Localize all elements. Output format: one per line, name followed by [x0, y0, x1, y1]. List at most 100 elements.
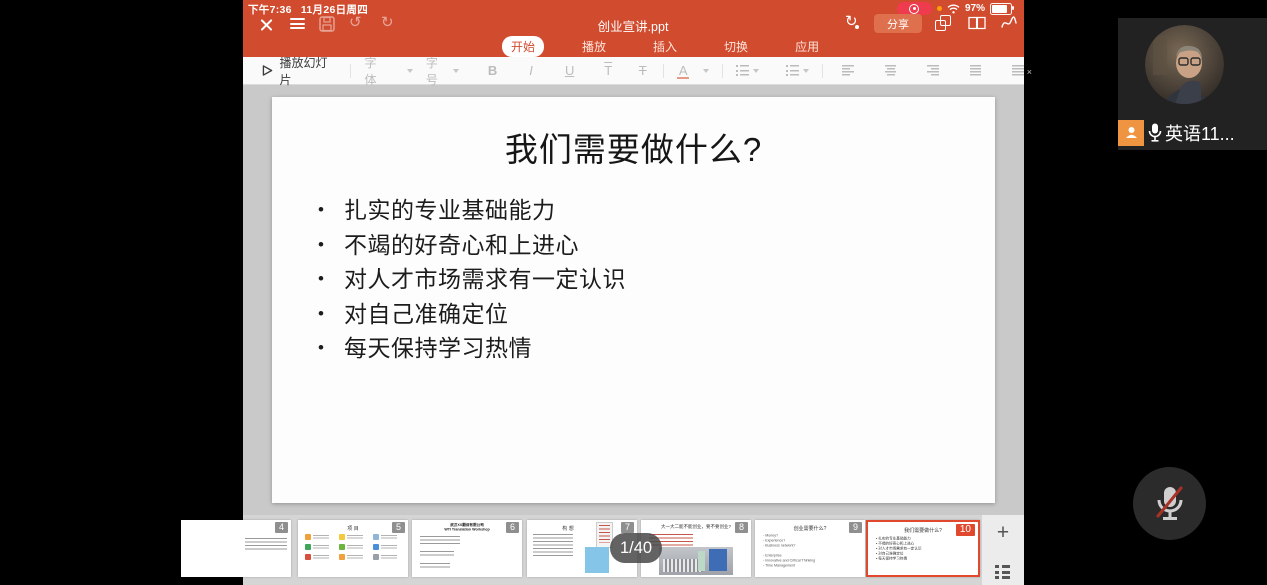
slide-number-badge: 6: [506, 522, 519, 533]
slide-title[interactable]: 我们需要做什么?: [272, 123, 995, 171]
copy-slides-icon[interactable]: [935, 15, 951, 31]
mic-on-icon: [1148, 123, 1162, 142]
slide-number-badge: 8: [735, 522, 748, 533]
divider: [663, 64, 664, 78]
divider: [350, 64, 351, 78]
tab-transition[interactable]: 切换: [715, 36, 757, 57]
format-toolbar: 播放幻灯片 字体 字号 B I U T T A: [243, 57, 1024, 85]
text-direction-button[interactable]: [1012, 65, 1024, 76]
slide-number-badge: 9: [849, 522, 862, 533]
chevron-down-icon: [753, 69, 759, 73]
underline-button[interactable]: U: [563, 63, 577, 78]
title-row: ↺ ↻ 创业宣讲.ppt ↻ 分享: [243, 13, 1024, 37]
share-button[interactable]: 分享: [874, 14, 922, 33]
justify-button[interactable]: [970, 65, 982, 76]
slide-number-badge: 5: [392, 522, 405, 533]
presenter-badge-icon: [1118, 120, 1144, 146]
align-left-button[interactable]: [842, 65, 854, 76]
divider: [822, 64, 823, 78]
undo-icon[interactable]: ↺: [349, 15, 362, 31]
slide-sorter-icon[interactable]: [995, 565, 1010, 579]
participant-meta: 英语11...: [1118, 119, 1235, 146]
tab-home[interactable]: 开始: [502, 36, 544, 57]
participant-video-tile[interactable]: 英语11...: [1118, 18, 1267, 150]
ink-pen-icon[interactable]: [1000, 15, 1018, 31]
divider: [722, 64, 723, 78]
tab-apps[interactable]: 应用: [786, 36, 828, 57]
page-indicator: 1/40: [610, 533, 662, 563]
slide-bullet: 扎实的专业基础能力: [344, 193, 626, 228]
slide-thumbnail-4[interactable]: 4: [181, 520, 291, 577]
play-slideshow-label: 播放幻灯片: [280, 54, 338, 88]
font-size-select[interactable]: 字号: [426, 54, 459, 88]
thumbnail-text-placeholder: [420, 563, 450, 570]
slide-number-badge: 10: [956, 524, 975, 536]
redo-icon[interactable]: ↻: [381, 15, 394, 31]
align-right-button[interactable]: [927, 65, 939, 76]
thumbnail-text-placeholder: [420, 536, 460, 546]
wifi-icon: [947, 4, 960, 14]
add-slide-button[interactable]: +: [982, 521, 1024, 545]
document-title: 创业宣讲.ppt: [558, 16, 708, 35]
bullet-list-icon: [736, 65, 749, 76]
font-name-select[interactable]: 字体: [364, 54, 412, 88]
mute-microphone-button[interactable]: [1133, 467, 1206, 540]
slide-filmstrip: 4 5 项 目 6 武汉XX翻译有限公司 WTI Translation Wor…: [243, 515, 1024, 585]
font-size-label: 字号: [426, 54, 449, 88]
slide-bullet: 对人才市场需求有一定认识: [344, 262, 626, 297]
filmstrip-tools: +: [982, 515, 1024, 585]
play-icon: [261, 64, 274, 77]
screen-background: 下午7:36 11月26日周四 97%: [0, 0, 1267, 585]
slide-thumbnail-9[interactable]: 9 创业需要什么? - Money? - Experience? - Busin…: [755, 520, 865, 577]
thumbnail-text-placeholder: [533, 534, 573, 556]
font-color-button[interactable]: A: [676, 63, 690, 78]
close-icon[interactable]: [259, 17, 274, 32]
save-icon[interactable]: [319, 16, 335, 32]
play-slideshow-button[interactable]: 播放幻灯片: [261, 54, 337, 88]
tab-insert[interactable]: 插入: [644, 36, 686, 57]
thumbnail-sticky-note-image: [585, 547, 609, 573]
ribbon-tabs: 开始 播放 插入 切换 应用: [502, 37, 828, 56]
slide-number-badge: 4: [275, 522, 288, 533]
chevron-down-icon: [407, 69, 413, 73]
increase-font-button[interactable]: T: [601, 63, 615, 78]
chevron-down-icon: [803, 69, 809, 73]
app-header: 下午7:36 11月26日周四 97%: [243, 0, 1024, 57]
read-mode-book-icon[interactable]: [967, 16, 987, 30]
wps-presentation-window: 下午7:36 11月26日周四 97%: [243, 0, 1024, 585]
thumbnail-photo-image: [659, 547, 733, 575]
chevron-down-icon[interactable]: [703, 69, 709, 73]
bullet-list-button[interactable]: [736, 65, 759, 76]
thumbnail-title-line1: 武汉XX翻译有限公司: [450, 523, 484, 527]
italic-button[interactable]: I: [524, 63, 538, 78]
decrease-font-button[interactable]: T: [636, 63, 650, 78]
bold-button[interactable]: B: [486, 63, 500, 78]
chevron-down-icon: [453, 69, 459, 73]
slide-thumbnail-6[interactable]: 6 武汉XX翻译有限公司 WTI Translation Workshop: [412, 520, 522, 577]
align-center-button[interactable]: [885, 65, 897, 76]
menu-icon[interactable]: [290, 18, 305, 29]
slide-thumbnail-5[interactable]: 5 项 目: [298, 520, 408, 577]
slide-bullet: 对自己准确定位: [344, 297, 626, 332]
thumbnail-bullet-list: • 扎实的专业基础能力 • 不竭的好奇心和上进心 • 对人才市场需求有一定认识 …: [876, 536, 921, 561]
thumbnail-text-placeholder: [245, 538, 287, 552]
participant-name: 英语11...: [1165, 120, 1235, 146]
mic-muted-icon: [1151, 484, 1189, 524]
slide-bullet: 每天保持学习热情: [344, 331, 626, 366]
thumbnail-title-line2: WTI Translation Workshop: [444, 527, 489, 531]
numbered-list-icon: [786, 65, 799, 76]
thumbnail-icon-grid: [305, 534, 401, 560]
slide-bullet-list[interactable]: 扎实的专业基础能力 不竭的好奇心和上进心 对人才市场需求有一定认识 对自己准确定…: [344, 193, 626, 366]
slide-thumbnail-10-selected[interactable]: 10 我们需要做什么? • 扎实的专业基础能力 • 不竭的好奇心和上进心 • 对…: [866, 520, 980, 577]
slide-number-badge: 7: [621, 522, 634, 533]
font-name-label: 字体: [364, 54, 386, 88]
slide-bullet: 不竭的好奇心和上进心: [344, 228, 626, 263]
thumbnail-text-placeholder: [420, 551, 454, 558]
orange-privacy-dot-icon: [937, 6, 942, 11]
tab-play[interactable]: 播放: [573, 36, 615, 57]
numbered-list-button[interactable]: [786, 65, 809, 76]
sync-share-icon[interactable]: ↻: [845, 14, 858, 30]
participant-avatar: [1145, 25, 1224, 104]
thumbnail-bullet-list: - Money? - Experience? - Business networ…: [763, 533, 815, 568]
slide-canvas[interactable]: 我们需要做什么? 扎实的专业基础能力 不竭的好奇心和上进心 对人才市场需求有一定…: [272, 97, 995, 503]
